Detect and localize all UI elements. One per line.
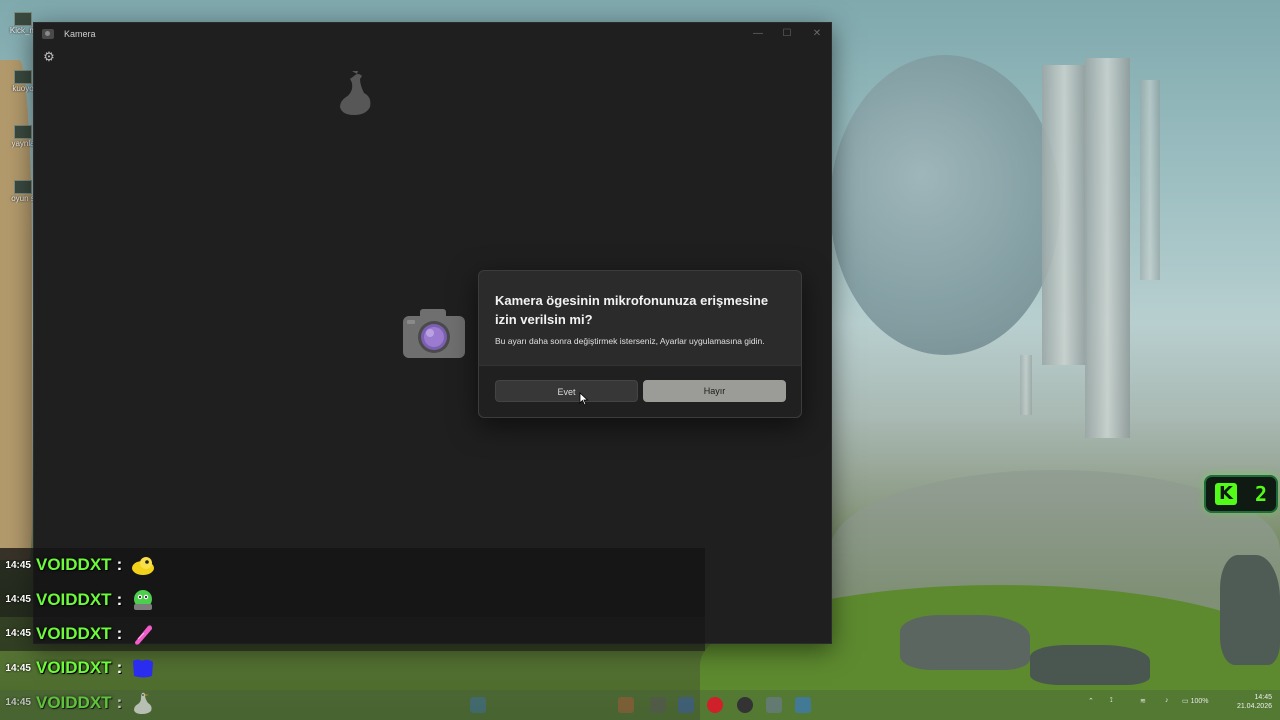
window-titlebar[interactable]: Kamera [34,23,831,45]
chat-separator: : [116,589,123,609]
app-icon [14,180,32,194]
chat-separator: : [116,623,123,643]
goose-watermark-icon [340,71,371,115]
battery-percent: 100% [1190,698,1209,705]
battery-indicator[interactable]: ▭ 100% [1182,697,1208,705]
chat-username: VOIDDXT [36,623,112,643]
chat-separator: : [116,555,123,575]
start-icon[interactable] [470,697,486,713]
yellow-blob-emote-icon [132,557,155,576]
chat-message: 14:45 VOIDDXT : [0,651,705,685]
chevron-up-icon[interactable]: ⌃ [1088,697,1094,705]
chat-time: 14:45 [5,662,31,674]
window-title: Kamera [64,29,96,39]
wifi-icon[interactable]: ≋ [1140,697,1146,705]
clock-time: 14:45 [1254,694,1272,701]
taskbar-clock[interactable]: 14:45 21.04.2026 [1226,693,1272,711]
chat-time: 14:45 [5,594,31,606]
chat-separator: : [116,658,123,678]
taskbar-app-icon[interactable] [795,697,811,713]
close-button[interactable]: ✕ [806,26,828,42]
chat-message: 14:45 VOIDDXT : [0,616,705,652]
chat-username: VOIDDXT [36,555,112,575]
maximize-button[interactable]: ☐ [776,26,798,42]
camera-taskbar-icon[interactable] [766,697,782,713]
app-icon [14,70,32,84]
wallpaper-tower [1042,65,1087,365]
wallpaper-rock [1030,645,1150,685]
app-icon [14,12,32,26]
wallpaper-rock [900,615,1030,670]
green-face-emote-icon [134,589,153,610]
taskbar-app-icon[interactable] [618,697,634,713]
dialog-title: Kamera ögesinin mikrofonunuza erişmesine… [495,293,769,327]
clock-date: 21.04.2026 [1236,703,1272,710]
chat-time: 14:45 [5,628,31,640]
chat-time: 14:45 [5,559,31,571]
opera-icon[interactable] [707,697,723,713]
wallpaper-rock [1220,555,1280,665]
wallpaper-tower [1140,80,1160,280]
app-icon [14,125,32,139]
mouse-cursor-icon [579,392,589,406]
taskbar-app-icon[interactable] [678,697,694,713]
chat-username: VOIDDXT [36,589,112,609]
dialog-body: Bu ayarı daha sonra değiştirmek istersen… [495,336,765,346]
gear-icon[interactable]: ⚙ [42,50,56,64]
minimize-button[interactable]: — [747,26,769,42]
camera-icon [403,309,465,358]
wallpaper-planet [830,55,1060,355]
wallpaper-tower [1085,58,1130,438]
network-icon[interactable]: ⟟ [1110,697,1113,705]
kick-logo-icon: K [1214,483,1237,505]
viewer-count: 2 [1254,482,1267,506]
camera-app-icon [42,29,54,39]
wallpaper-tower [1020,355,1032,415]
pink-tube-emote-icon [135,625,153,645]
kick-viewer-widget: K 2 [1204,475,1278,513]
blue-blob-emote-icon [133,659,154,678]
taskbar-app-icon[interactable] [650,697,666,713]
taskbar [0,690,1280,720]
chat-message: 14:45 VOIDDXT : [0,548,705,583]
volume-icon[interactable]: ♪ [1165,697,1169,704]
yes-button[interactable]: Evet [495,380,638,402]
chat-message: 14:45 VOIDDXT : [0,582,705,617]
taskbar-app-icon[interactable] [737,697,753,713]
permission-dialog: Kamera ögesinin mikrofonunuza erişmesine… [478,270,802,418]
chat-username: VOIDDXT [36,658,112,678]
no-button[interactable]: Hayır [643,380,786,402]
